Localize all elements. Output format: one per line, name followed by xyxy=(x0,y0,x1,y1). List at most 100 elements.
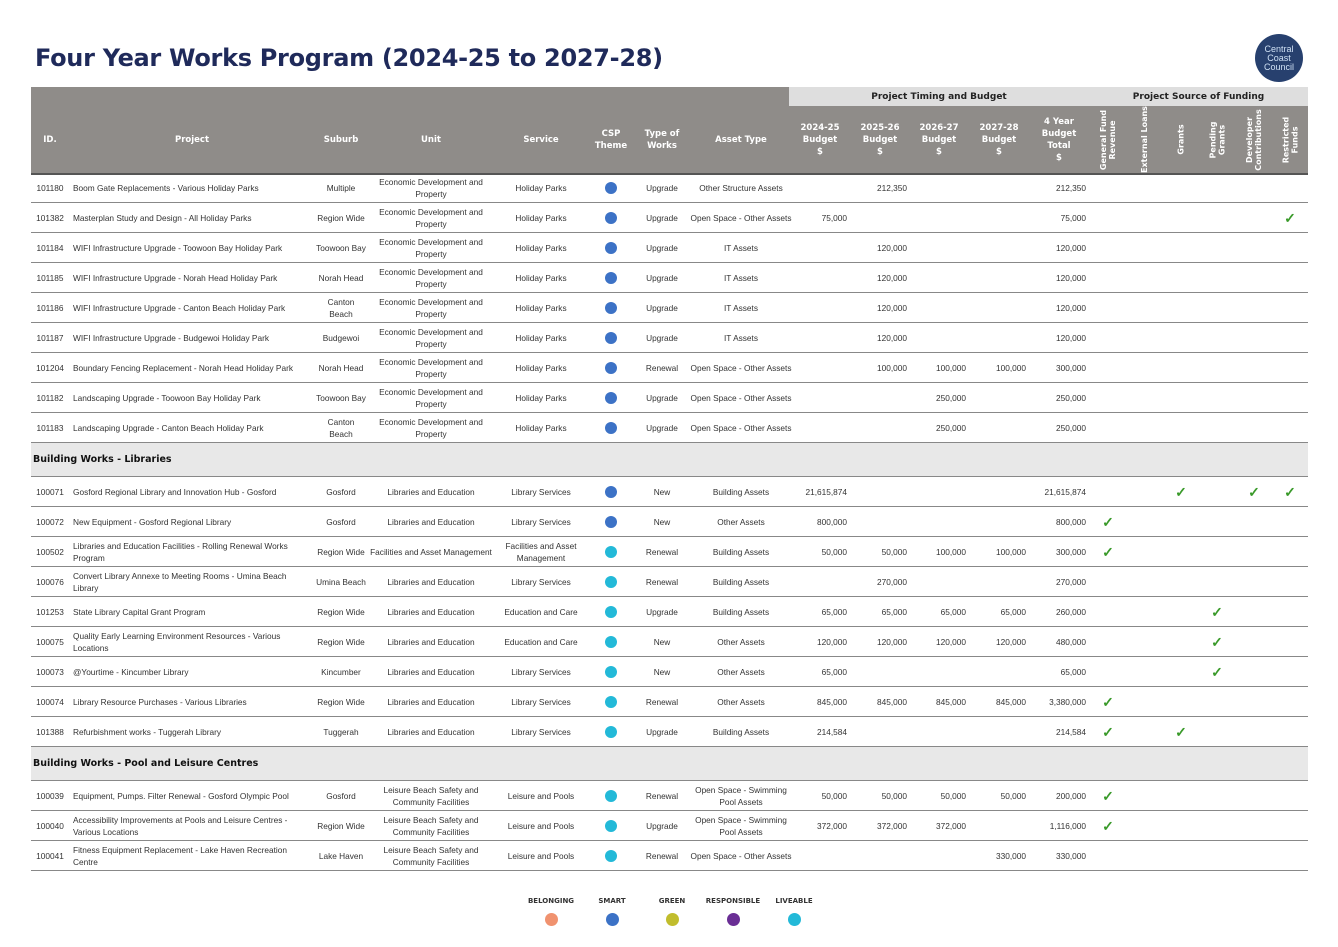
cell-budget-2027-28 xyxy=(972,383,1026,412)
legend-item-green: GREEN xyxy=(637,897,707,926)
cell-budget-2026-27 xyxy=(912,657,966,686)
cell-id: 100040 xyxy=(36,820,64,831)
cell-service: Library Services xyxy=(511,516,571,527)
cell-asset-type: Other Assets xyxy=(717,516,765,527)
cell-4yr-total: 1,116,000 xyxy=(1049,820,1086,831)
cell-unit: Libraries and Education xyxy=(387,576,475,587)
csp-theme-smart-dot xyxy=(605,241,617,254)
check-icon: ✓ xyxy=(1102,543,1114,560)
col-header-budget-2027-28: 2027-28 Budget $ xyxy=(979,122,1019,157)
col-header-id: ID. xyxy=(43,134,57,145)
cell-id: 101180 xyxy=(36,182,64,193)
col-header-unit: Unit xyxy=(421,134,441,145)
cell-suburb: Budgewoi xyxy=(322,332,360,343)
legend-label: LIVEABLE xyxy=(775,897,813,905)
cell-type-of-works: Upgrade xyxy=(646,820,678,831)
csp-theme-liveable-dot xyxy=(605,635,617,648)
cell-csp-theme xyxy=(587,353,635,382)
cell-budget-2025-26 xyxy=(853,841,907,870)
cell-budget-2027-28: 65,000 xyxy=(1000,606,1026,617)
cell-budget-2027-28 xyxy=(972,477,1026,506)
col-header-budget-2025-26: 2025-26 Budget $ xyxy=(860,122,900,157)
table-row: 101204 Boundary Fencing Replacement - Nor… xyxy=(31,353,1308,383)
cell-type-of-works: New xyxy=(653,486,671,497)
cell-budget-2025-26: 50,000 xyxy=(881,790,907,801)
table-row: 101253 State Library Capital Grant Progra… xyxy=(31,597,1308,627)
check-icon: ✓ xyxy=(1175,483,1187,500)
table-row: 100502 Libraries and Education Facilities… xyxy=(31,537,1308,567)
check-icon: ✓ xyxy=(1284,209,1296,226)
table-row: 101180 Boom Gate Replacements - Various H… xyxy=(31,173,1308,203)
cell-budget-2025-26: 120,000 xyxy=(877,332,907,343)
cell-service: Holiday Parks xyxy=(515,182,567,193)
cell-csp-theme xyxy=(587,507,635,536)
cell-budget-2025-26: 120,000 xyxy=(877,636,907,647)
csp-theme-liveable-dot xyxy=(605,695,617,708)
cell-budget-2025-26: 845,000 xyxy=(877,696,907,707)
cell-budget-2024-25 xyxy=(793,263,847,292)
cell-id: 100041 xyxy=(36,850,64,861)
cell-4yr-total: 120,000 xyxy=(1056,302,1086,313)
check-icon: ✓ xyxy=(1211,663,1223,680)
cell-csp-theme xyxy=(587,203,635,232)
cell-suburb: Canton Beach xyxy=(327,296,355,319)
csp-theme-liveable-dot xyxy=(605,605,617,618)
cell-funding-general-fund: ✓ xyxy=(1099,717,1117,746)
cell-budget-2024-25: 65,000 xyxy=(821,606,847,617)
legend-label: RESPONSIBLE xyxy=(705,897,761,905)
cell-budget-2024-25 xyxy=(793,293,847,322)
council-logo: Central Coast Council xyxy=(1255,34,1303,82)
cell-4yr-total: 330,000 xyxy=(1056,850,1086,861)
cell-budget-2025-26 xyxy=(853,203,907,232)
cell-budget-2025-26: 270,000 xyxy=(877,576,907,587)
cell-4yr-total: 120,000 xyxy=(1056,272,1086,283)
col-header-type-of-works: Type of Works xyxy=(644,128,680,151)
csp-theme-smart-dot xyxy=(605,271,617,284)
cell-funding-grants: ✓ xyxy=(1172,477,1190,506)
cell-type-of-works: Upgrade xyxy=(646,272,678,283)
cell-unit: Leisure Beach Safety and Community Facil… xyxy=(383,784,479,807)
cell-service: Holiday Parks xyxy=(515,332,567,343)
cell-asset-type: Open Space - Other Assets xyxy=(690,422,792,433)
cell-4yr-total: 250,000 xyxy=(1056,422,1086,433)
cell-4yr-total: 120,000 xyxy=(1056,242,1086,253)
cell-budget-2026-27: 372,000 xyxy=(936,820,966,831)
cell-id: 101204 xyxy=(36,362,64,373)
cell-asset-type: IT Assets xyxy=(724,272,758,283)
cell-service: Holiday Parks xyxy=(515,272,567,283)
csp-theme-legend: BELONGING SMART GREEN RESPONSIBLE LIVEABLE xyxy=(0,897,1338,937)
cell-suburb: Tuggerah xyxy=(323,726,359,737)
check-icon: ✓ xyxy=(1102,693,1114,710)
csp-theme-smart-dot xyxy=(605,211,617,224)
col-header-external-loans: External Loans xyxy=(1139,106,1149,173)
cell-id: 101187 xyxy=(36,332,64,343)
legend-item-belonging: BELONGING xyxy=(516,897,586,926)
cell-unit: Economic Development and Property xyxy=(379,356,483,379)
cell-unit: Libraries and Education xyxy=(387,636,475,647)
cell-type-of-works: New xyxy=(653,636,671,647)
cell-4yr-total: 270,000 xyxy=(1056,576,1086,587)
cell-budget-2024-25: 65,000 xyxy=(821,666,847,677)
cell-type-of-works: Renewal xyxy=(645,850,679,861)
cell-suburb: Region Wide xyxy=(317,606,365,617)
cell-budget-2024-25 xyxy=(793,413,847,442)
cell-budget-2027-28 xyxy=(972,811,1026,840)
cell-asset-type: Building Assets xyxy=(712,726,770,737)
cell-unit: Economic Development and Property xyxy=(379,266,483,289)
cell-id: 101388 xyxy=(36,726,64,737)
cell-project: Gosford Regional Library and Innovation … xyxy=(73,486,277,497)
cell-service: Holiday Parks xyxy=(515,242,567,253)
cell-service: Library Services xyxy=(511,486,571,497)
check-icon: ✓ xyxy=(1102,513,1114,530)
cell-asset-type: IT Assets xyxy=(724,332,758,343)
cell-id: 101185 xyxy=(36,272,64,283)
cell-budget-2026-27 xyxy=(912,173,966,202)
cell-csp-theme xyxy=(587,657,635,686)
cell-service: Library Services xyxy=(511,666,571,677)
cell-budget-2027-28 xyxy=(972,657,1026,686)
col-header-grants: Grants xyxy=(1176,124,1186,155)
cell-budget-2027-28 xyxy=(972,263,1026,292)
cell-csp-theme xyxy=(587,811,635,840)
cell-csp-theme xyxy=(587,477,635,506)
cell-budget-2024-25 xyxy=(793,353,847,382)
